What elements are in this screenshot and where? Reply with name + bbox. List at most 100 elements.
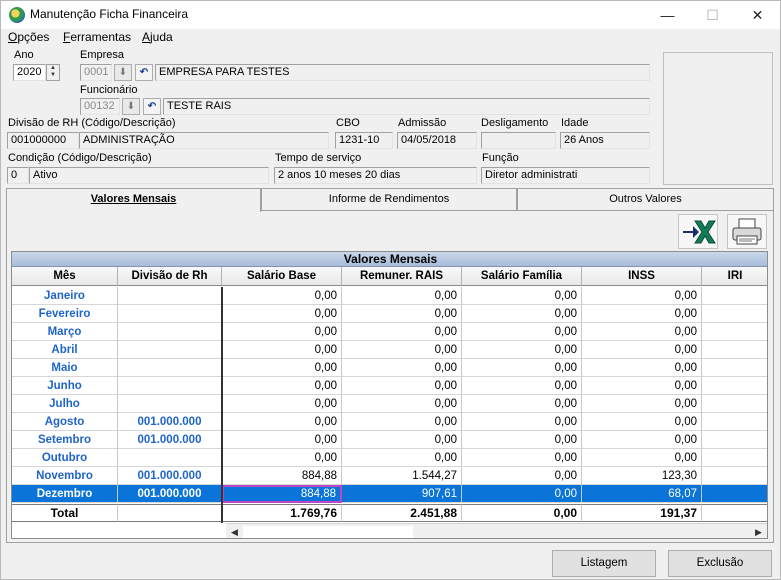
tab-valores-mensais[interactable]: Valores Mensais	[6, 188, 261, 212]
month-cell[interactable]: Fevereiro	[12, 305, 118, 323]
print-button[interactable]	[727, 214, 767, 249]
value-cell[interactable]: 0,00	[582, 449, 702, 467]
value-cell[interactable]: 0,00	[462, 305, 582, 323]
value-cell[interactable]: 0,00	[222, 395, 342, 413]
value-cell[interactable]: 0,00	[462, 395, 582, 413]
ano-spinner[interactable]: ▲ ▼	[46, 64, 60, 81]
funcionario-undo-button[interactable]: ↶	[143, 98, 161, 115]
empresa-code-field[interactable]: 0001	[80, 64, 112, 81]
tab-informe-rendimentos[interactable]: Informe de Rendimentos	[261, 188, 517, 211]
value-cell[interactable]: 0,00	[582, 287, 702, 305]
value-cell[interactable]: 907,61	[342, 485, 462, 503]
column-header[interactable]: INSS	[582, 267, 702, 286]
divisao-cell[interactable]	[118, 359, 222, 377]
divisao-cell[interactable]	[118, 287, 222, 305]
value-cell[interactable]: 0,00	[582, 359, 702, 377]
column-header[interactable]: Salário Base	[222, 267, 342, 286]
value-cell[interactable]	[702, 413, 767, 431]
value-cell[interactable]: 0,00	[342, 287, 462, 305]
value-cell[interactable]: 0,00	[462, 431, 582, 449]
month-cell[interactable]: Julho	[12, 395, 118, 413]
value-cell[interactable]: 0,00	[462, 341, 582, 359]
divisao-cell[interactable]	[118, 449, 222, 467]
empresa-undo-button[interactable]: ↶	[135, 64, 153, 81]
menu-opcoes[interactable]: Opções	[8, 30, 49, 44]
scroll-left-icon[interactable]: ◀	[226, 524, 243, 538]
horizontal-scrollbar[interactable]: ◀ ▶	[226, 523, 767, 538]
value-cell[interactable]: 0,00	[462, 287, 582, 305]
value-cell[interactable]: 0,00	[462, 359, 582, 377]
value-cell[interactable]: 0,00	[582, 305, 702, 323]
divisao-cell[interactable]: 001.000.000	[118, 413, 222, 431]
divisao-cell[interactable]	[118, 323, 222, 341]
value-cell[interactable]: 0,00	[342, 341, 462, 359]
value-cell[interactable]: 0,00	[462, 413, 582, 431]
value-cell[interactable]	[702, 341, 767, 359]
value-cell[interactable]: 0,00	[222, 359, 342, 377]
value-cell[interactable]: 884,88	[222, 485, 342, 503]
divisao-cell[interactable]: 001.000.000	[118, 431, 222, 449]
divisao-cell[interactable]: 001.000.000	[118, 467, 222, 485]
month-cell[interactable]: Maio	[12, 359, 118, 377]
excel-export-button[interactable]	[678, 214, 718, 249]
value-cell[interactable]: 68,07	[582, 485, 702, 503]
value-cell[interactable]: 0,00	[342, 413, 462, 431]
value-cell[interactable]: 0,00	[222, 377, 342, 395]
value-cell[interactable]: 0,00	[582, 431, 702, 449]
value-cell[interactable]: 1.544,27	[342, 467, 462, 485]
value-cell[interactable]: 0,00	[222, 323, 342, 341]
menu-ajuda[interactable]: Ajuda	[142, 30, 173, 44]
value-cell[interactable]: 0,00	[342, 449, 462, 467]
scroll-right-icon[interactable]: ▶	[750, 524, 767, 538]
value-cell[interactable]: 0,00	[462, 323, 582, 341]
month-cell[interactable]: Setembro	[12, 431, 118, 449]
divisao-cell[interactable]: 001.000.000	[118, 485, 222, 503]
exclusao-button[interactable]: Exclusão	[668, 550, 772, 577]
value-cell[interactable]	[702, 305, 767, 323]
value-cell[interactable]: 123,30	[582, 467, 702, 485]
empresa-search-button[interactable]: ⬇	[114, 64, 132, 81]
column-header[interactable]: Divisão de Rh	[118, 267, 222, 286]
value-cell[interactable]: 0,00	[342, 395, 462, 413]
value-cell[interactable]	[702, 485, 767, 503]
maximize-button[interactable]: ☐	[690, 1, 735, 29]
value-cell[interactable]: 0,00	[582, 395, 702, 413]
value-cell[interactable]: 0,00	[342, 377, 462, 395]
divisao-cell[interactable]	[118, 341, 222, 359]
minimize-button[interactable]: —	[645, 1, 690, 29]
month-cell[interactable]: Novembro	[12, 467, 118, 485]
value-cell[interactable]: 884,88	[222, 467, 342, 485]
month-cell[interactable]: Junho	[12, 377, 118, 395]
value-cell[interactable]: 0,00	[462, 377, 582, 395]
value-cell[interactable]: 0,00	[222, 413, 342, 431]
value-cell[interactable]	[702, 377, 767, 395]
column-header[interactable]: Remuner. RAIS	[342, 267, 462, 286]
value-cell[interactable]: 0,00	[582, 323, 702, 341]
value-cell[interactable]	[702, 449, 767, 467]
month-cell[interactable]: Março	[12, 323, 118, 341]
value-cell[interactable]: 0,00	[342, 305, 462, 323]
month-cell[interactable]: Abril	[12, 341, 118, 359]
value-cell[interactable]: 0,00	[222, 305, 342, 323]
tab-outros-valores[interactable]: Outros Valores	[517, 188, 774, 211]
value-cell[interactable]: 0,00	[582, 341, 702, 359]
month-cell[interactable]: Janeiro	[12, 287, 118, 305]
value-cell[interactable]	[702, 359, 767, 377]
divisao-cell[interactable]	[118, 395, 222, 413]
listagem-button[interactable]: Listagem	[552, 550, 656, 577]
value-cell[interactable]: 0,00	[462, 485, 582, 503]
month-cell[interactable]: Agosto	[12, 413, 118, 431]
scroll-thumb[interactable]	[243, 526, 413, 538]
funcionario-search-button[interactable]: ⬇	[122, 98, 140, 115]
divisao-cell[interactable]	[118, 377, 222, 395]
column-header[interactable]: IRI	[702, 267, 767, 286]
value-cell[interactable]: 0,00	[462, 467, 582, 485]
value-cell[interactable]: 0,00	[342, 431, 462, 449]
funcionario-code-field[interactable]: 00132	[80, 98, 120, 115]
month-cell[interactable]: Dezembro	[12, 485, 118, 503]
divisao-cell[interactable]	[118, 305, 222, 323]
value-cell[interactable]	[702, 287, 767, 305]
value-cell[interactable]: 0,00	[222, 287, 342, 305]
value-cell[interactable]: 0,00	[582, 377, 702, 395]
value-cell[interactable]: 0,00	[342, 359, 462, 377]
